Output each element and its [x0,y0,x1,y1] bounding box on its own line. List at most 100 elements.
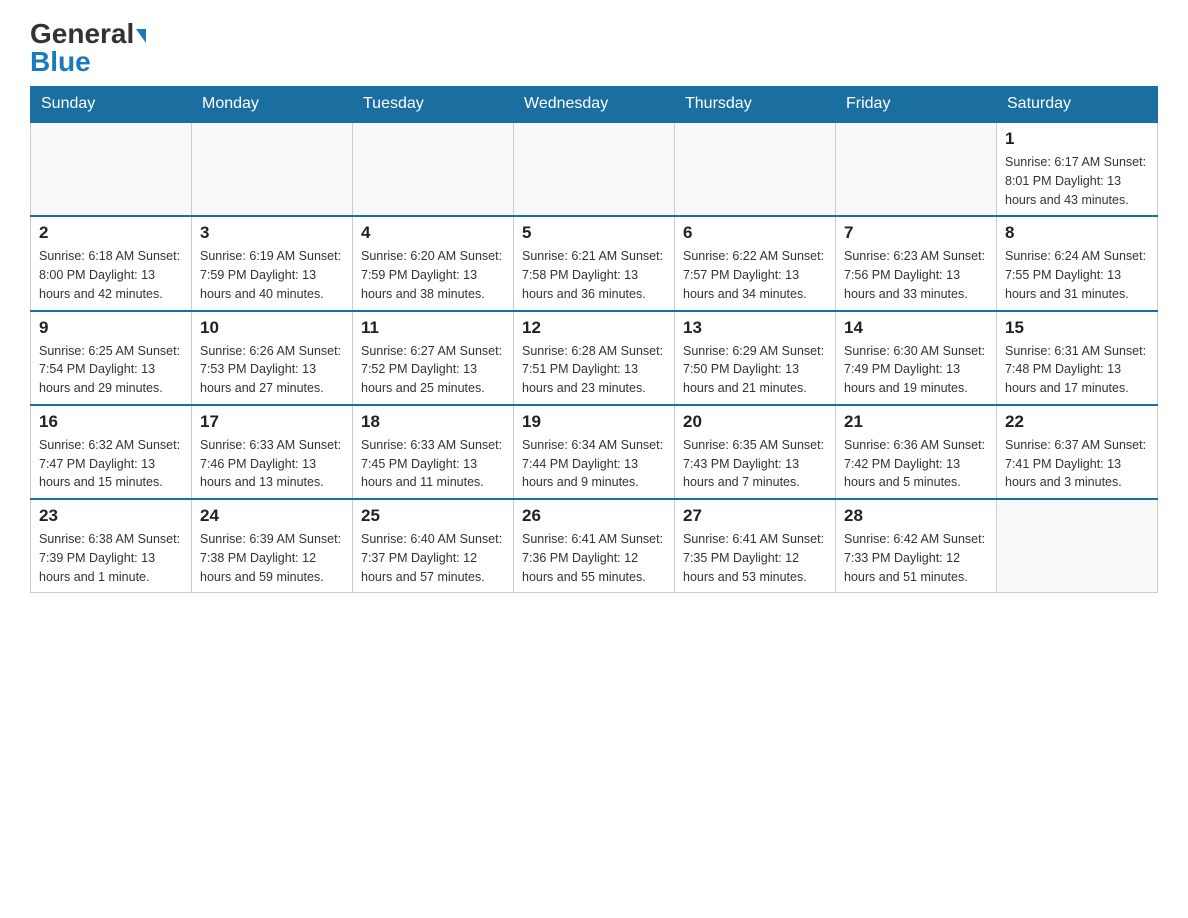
day-number: 11 [361,318,505,338]
day-info: Sunrise: 6:30 AM Sunset: 7:49 PM Dayligh… [844,342,988,398]
day-number: 25 [361,506,505,526]
day-number: 3 [200,223,344,243]
day-info: Sunrise: 6:31 AM Sunset: 7:48 PM Dayligh… [1005,342,1149,398]
day-info: Sunrise: 6:41 AM Sunset: 7:36 PM Dayligh… [522,530,666,586]
calendar-cell [353,122,514,216]
calendar-cell: 3Sunrise: 6:19 AM Sunset: 7:59 PM Daylig… [192,216,353,310]
day-number: 13 [683,318,827,338]
day-info: Sunrise: 6:42 AM Sunset: 7:33 PM Dayligh… [844,530,988,586]
logo: GeneralBlue [30,20,146,76]
calendar-cell: 16 Sunrise: 6:32 AM Sunset: 7:47 PM Dayli… [31,405,192,499]
calendar-cell: 23 Sunrise: 6:38 AM Sunset: 7:39 PM Dayli… [31,499,192,593]
day-number: 15 [1005,318,1149,338]
day-info: Sunrise: 6:41 AM Sunset: 7:35 PM Dayligh… [683,530,827,586]
day-info: Sunrise: 6:28 AM Sunset: 7:51 PM Dayligh… [522,342,666,398]
day-number: 14 [844,318,988,338]
calendar-cell: 5Sunrise: 6:21 AM Sunset: 7:58 PM Daylig… [514,216,675,310]
calendar-cell: 19 Sunrise: 6:34 AM Sunset: 7:44 PM Dayli… [514,405,675,499]
day-number: 19 [522,412,666,432]
day-info: Sunrise: 6:21 AM Sunset: 7:58 PM Dayligh… [522,247,666,303]
calendar-cell: 8 Sunrise: 6:24 AM Sunset: 7:55 PM Daylig… [997,216,1158,310]
calendar-cell: 22 Sunrise: 6:37 AM Sunset: 7:41 PM Dayli… [997,405,1158,499]
day-number: 10 [200,318,344,338]
calendar-cell: 25 Sunrise: 6:40 AM Sunset: 7:37 PM Dayli… [353,499,514,593]
day-info: Sunrise: 6:36 AM Sunset: 7:42 PM Dayligh… [844,436,988,492]
calendar-table: SundayMondayTuesdayWednesdayThursdayFrid… [30,86,1158,593]
calendar-cell: 13 Sunrise: 6:29 AM Sunset: 7:50 PM Dayli… [675,311,836,405]
calendar-cell: 15 Sunrise: 6:31 AM Sunset: 7:48 PM Dayli… [997,311,1158,405]
calendar-cell: 7 Sunrise: 6:23 AM Sunset: 7:56 PM Daylig… [836,216,997,310]
day-info: Sunrise: 6:20 AM Sunset: 7:59 PM Dayligh… [361,247,505,303]
day-info: Sunrise: 6:38 AM Sunset: 7:39 PM Dayligh… [39,530,183,586]
day-info: Sunrise: 6:37 AM Sunset: 7:41 PM Dayligh… [1005,436,1149,492]
week-row-4: 16 Sunrise: 6:32 AM Sunset: 7:47 PM Dayli… [31,405,1158,499]
day-number: 28 [844,506,988,526]
day-number: 24 [200,506,344,526]
week-row-2: 2Sunrise: 6:18 AM Sunset: 8:00 PM Daylig… [31,216,1158,310]
day-number: 7 [844,223,988,243]
column-header-wednesday: Wednesday [514,87,675,123]
calendar-cell: 24 Sunrise: 6:39 AM Sunset: 7:38 PM Dayli… [192,499,353,593]
week-row-3: 9Sunrise: 6:25 AM Sunset: 7:54 PM Daylig… [31,311,1158,405]
day-number: 18 [361,412,505,432]
calendar-cell: 18 Sunrise: 6:33 AM Sunset: 7:45 PM Dayli… [353,405,514,499]
calendar-cell: 4 Sunrise: 6:20 AM Sunset: 7:59 PM Daylig… [353,216,514,310]
day-number: 21 [844,412,988,432]
day-info: Sunrise: 6:24 AM Sunset: 7:55 PM Dayligh… [1005,247,1149,303]
day-number: 27 [683,506,827,526]
day-info: Sunrise: 6:33 AM Sunset: 7:46 PM Dayligh… [200,436,344,492]
calendar-cell [675,122,836,216]
calendar-cell [514,122,675,216]
day-number: 6 [683,223,827,243]
calendar-cell [997,499,1158,593]
calendar-cell: 12 Sunrise: 6:28 AM Sunset: 7:51 PM Dayli… [514,311,675,405]
day-number: 23 [39,506,183,526]
calendar-cell: 2Sunrise: 6:18 AM Sunset: 8:00 PM Daylig… [31,216,192,310]
logo-blue-text: Blue [30,46,91,77]
day-info: Sunrise: 6:35 AM Sunset: 7:43 PM Dayligh… [683,436,827,492]
day-info: Sunrise: 6:32 AM Sunset: 7:47 PM Dayligh… [39,436,183,492]
calendar-cell [31,122,192,216]
day-info: Sunrise: 6:40 AM Sunset: 7:37 PM Dayligh… [361,530,505,586]
column-header-monday: Monday [192,87,353,123]
day-info: Sunrise: 6:25 AM Sunset: 7:54 PM Dayligh… [39,342,183,398]
calendar-header-row: SundayMondayTuesdayWednesdayThursdayFrid… [31,87,1158,123]
week-row-5: 23 Sunrise: 6:38 AM Sunset: 7:39 PM Dayli… [31,499,1158,593]
column-header-sunday: Sunday [31,87,192,123]
day-info: Sunrise: 6:39 AM Sunset: 7:38 PM Dayligh… [200,530,344,586]
day-number: 20 [683,412,827,432]
day-number: 1 [1005,129,1149,149]
day-number: 8 [1005,223,1149,243]
day-info: Sunrise: 6:22 AM Sunset: 7:57 PM Dayligh… [683,247,827,303]
calendar-cell: 10 Sunrise: 6:26 AM Sunset: 7:53 PM Dayli… [192,311,353,405]
day-info: Sunrise: 6:18 AM Sunset: 8:00 PM Dayligh… [39,247,183,303]
day-info: Sunrise: 6:17 AM Sunset: 8:01 PM Dayligh… [1005,153,1149,209]
calendar-cell [192,122,353,216]
logo-arrow-icon [136,29,146,43]
day-info: Sunrise: 6:34 AM Sunset: 7:44 PM Dayligh… [522,436,666,492]
day-info: Sunrise: 6:33 AM Sunset: 7:45 PM Dayligh… [361,436,505,492]
calendar-cell: 9Sunrise: 6:25 AM Sunset: 7:54 PM Daylig… [31,311,192,405]
calendar-cell: 1 Sunrise: 6:17 AM Sunset: 8:01 PM Daylig… [997,122,1158,216]
day-number: 12 [522,318,666,338]
day-info: Sunrise: 6:23 AM Sunset: 7:56 PM Dayligh… [844,247,988,303]
column-header-saturday: Saturday [997,87,1158,123]
column-header-tuesday: Tuesday [353,87,514,123]
day-number: 22 [1005,412,1149,432]
calendar-cell: 26Sunrise: 6:41 AM Sunset: 7:36 PM Dayli… [514,499,675,593]
calendar-cell: 27 Sunrise: 6:41 AM Sunset: 7:35 PM Dayli… [675,499,836,593]
day-info: Sunrise: 6:29 AM Sunset: 7:50 PM Dayligh… [683,342,827,398]
column-header-friday: Friday [836,87,997,123]
calendar-cell: 21 Sunrise: 6:36 AM Sunset: 7:42 PM Dayli… [836,405,997,499]
calendar-cell [836,122,997,216]
day-number: 4 [361,223,505,243]
calendar-cell: 14 Sunrise: 6:30 AM Sunset: 7:49 PM Dayli… [836,311,997,405]
day-info: Sunrise: 6:26 AM Sunset: 7:53 PM Dayligh… [200,342,344,398]
calendar-cell: 11 Sunrise: 6:27 AM Sunset: 7:52 PM Dayli… [353,311,514,405]
calendar-cell: 6 Sunrise: 6:22 AM Sunset: 7:57 PM Daylig… [675,216,836,310]
page-header: GeneralBlue [30,20,1158,76]
day-number: 16 [39,412,183,432]
day-info: Sunrise: 6:27 AM Sunset: 7:52 PM Dayligh… [361,342,505,398]
logo-text: GeneralBlue [30,20,146,76]
calendar-cell: 20 Sunrise: 6:35 AM Sunset: 7:43 PM Dayli… [675,405,836,499]
